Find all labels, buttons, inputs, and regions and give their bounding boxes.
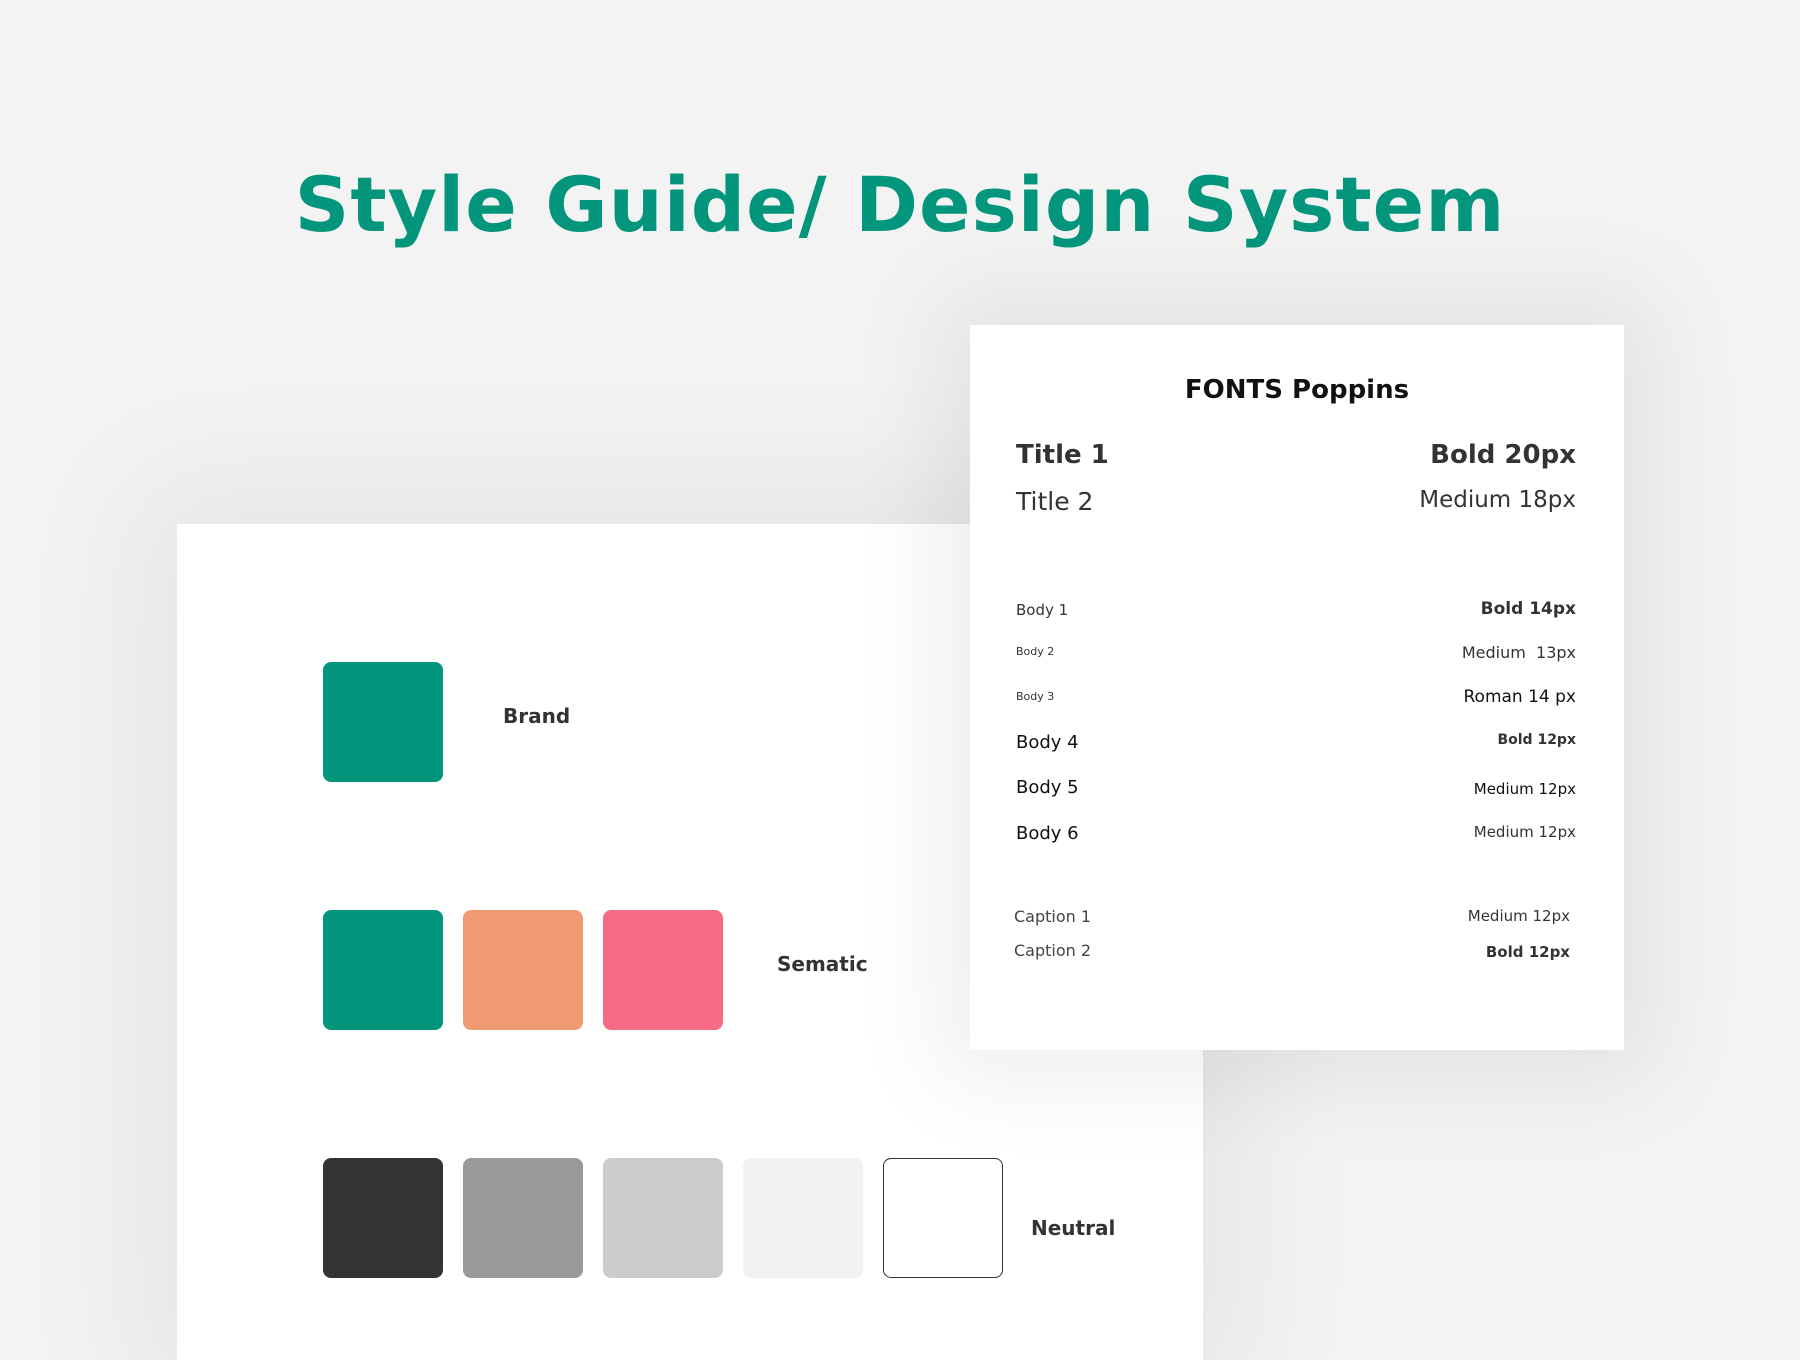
fonts-card: FONTS Poppins Title 1 Bold 20px Title 2 …: [970, 325, 1624, 1050]
font-name-body-1: Body 1: [1016, 601, 1069, 619]
font-spec-body-2: Medium 13px: [1461, 643, 1576, 662]
semantic-swatch-1[interactable]: [323, 910, 443, 1030]
font-spec-body-6: Medium 12px: [1473, 823, 1576, 841]
font-spec-body-1: Bold 14px: [1480, 599, 1576, 619]
font-spec-body-5: Medium 12px: [1473, 780, 1576, 798]
semantic-label: Sematic: [777, 952, 868, 976]
brand-label: Brand: [503, 704, 571, 728]
neutral-label: Neutral: [1031, 1216, 1116, 1240]
font-name-body-6: Body 6: [1016, 823, 1079, 844]
semantic-swatch-3[interactable]: [603, 910, 723, 1030]
semantic-swatch-2[interactable]: [463, 910, 583, 1030]
font-spec-caption-2: Bold 12px: [1485, 943, 1570, 961]
font-name-body-3: Body 3: [1016, 690, 1055, 703]
font-name-body-2: Body 2: [1016, 645, 1055, 658]
font-name-caption-2: Caption 2: [1014, 941, 1092, 960]
font-spec-body-3: Roman 14 px: [1463, 687, 1577, 707]
font-spec-body-4: Bold 12px: [1497, 732, 1576, 748]
fonts-title: FONTS Poppins: [1184, 375, 1410, 405]
brand-swatch-1[interactable]: [323, 662, 443, 782]
page-title: Style Guide/ Design System: [294, 160, 1506, 249]
neutral-swatch-3[interactable]: [603, 1158, 723, 1278]
font-name-body-4: Body 4: [1016, 732, 1079, 753]
neutral-swatch-2[interactable]: [463, 1158, 583, 1278]
neutral-swatch-4[interactable]: [743, 1158, 863, 1278]
font-name-caption-1: Caption 1: [1014, 907, 1092, 926]
font-spec-title-1: Bold 20px: [1430, 440, 1576, 470]
font-spec-title-2: Medium 18px: [1419, 487, 1576, 513]
font-name-body-5: Body 5: [1016, 777, 1079, 798]
neutral-swatch-5[interactable]: [883, 1158, 1003, 1278]
font-name-title-1: Title 1: [1016, 440, 1109, 470]
font-spec-caption-1: Medium 12px: [1467, 907, 1570, 925]
neutral-swatch-1[interactable]: [323, 1158, 443, 1278]
font-name-title-2: Title 2: [1016, 487, 1094, 516]
